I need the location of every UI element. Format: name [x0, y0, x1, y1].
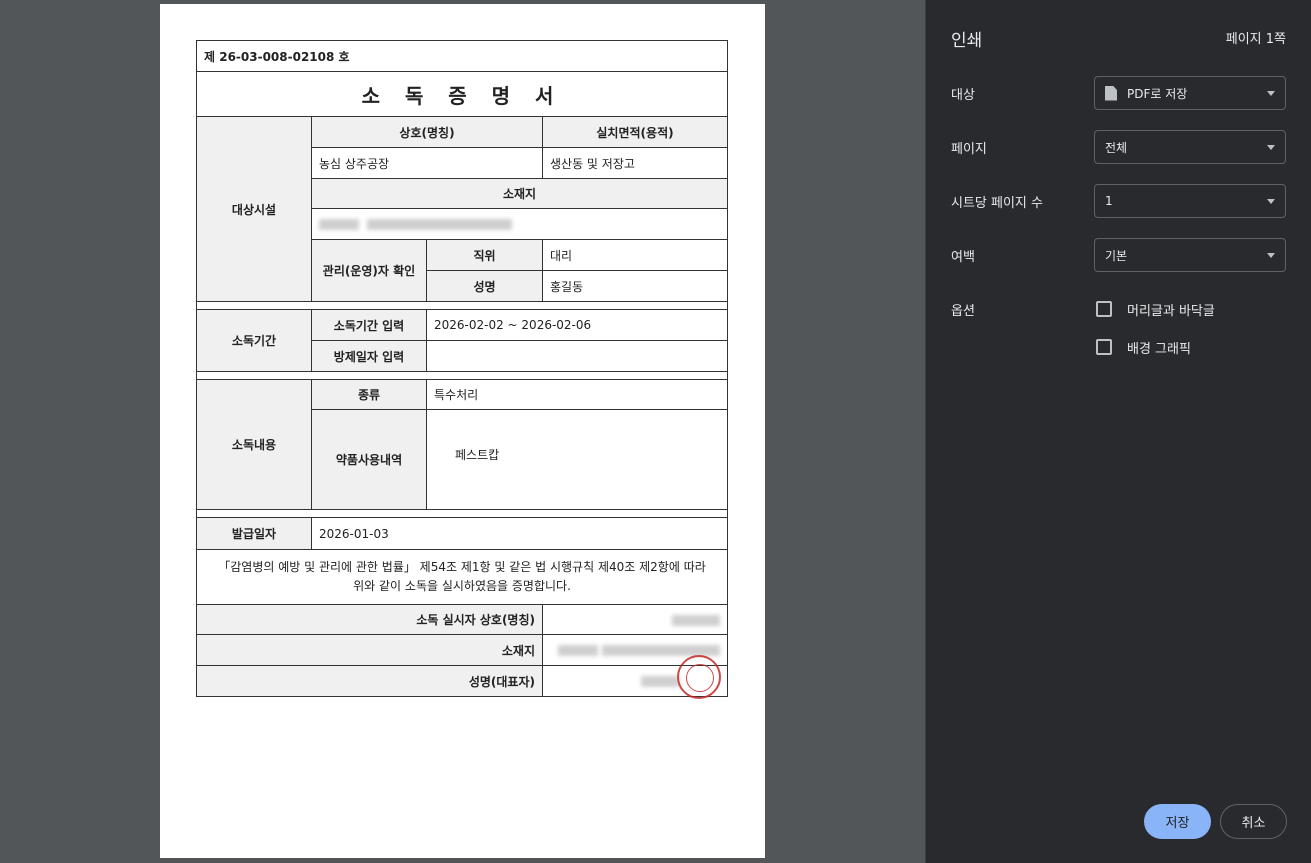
disinfector-address-label: 소재지 — [196, 634, 543, 666]
background-graphics-checkbox[interactable] — [1096, 339, 1112, 355]
print-settings-panel: 인쇄 페이지 1쪽 대상 PDF로 저장 페이지 전체 시트당 페이지 수 1 … — [925, 0, 1311, 863]
per-sheet-value: 1 — [1105, 194, 1113, 208]
pest-date-label: 방제일자 입력 — [311, 340, 427, 372]
chevron-down-icon — [1267, 253, 1275, 258]
period-value: 2026-02-02 ~ 2026-02-06 — [425, 309, 729, 341]
disinfector-name-redacted — [541, 604, 729, 635]
certificate-table: 제 26-03-008-02108 호 소 독 증 명 서 대상시설 상호(명칭… — [195, 40, 729, 697]
facility-area-value: 생산동 및 저장고 — [541, 147, 729, 179]
save-button[interactable]: 저장 — [1144, 804, 1211, 839]
per-sheet-select[interactable]: 1 — [1094, 184, 1286, 218]
file-icon — [1105, 85, 1117, 101]
chem-value: 페스트캅 — [425, 409, 729, 510]
content-label: 소독내용 — [196, 379, 312, 510]
headers-footers-label[interactable]: 머리글과 바닥글 — [1127, 300, 1215, 319]
position-value: 대리 — [541, 239, 729, 271]
margins-select[interactable]: 기본 — [1094, 238, 1286, 272]
position-label: 직위 — [426, 239, 543, 271]
options-label: 옵션 — [951, 304, 975, 319]
document-page: 제 26-03-008-02108 호 소 독 증 명 서 대상시설 상호(명칭… — [160, 4, 765, 858]
pages-value: 전체 — [1105, 140, 1128, 155]
period-label: 소독기간 — [196, 309, 312, 372]
chevron-down-icon — [1267, 145, 1275, 150]
disinfector-name-label: 소독 실시자 상호(명칭) — [196, 604, 543, 635]
destination-label: 대상 — [951, 88, 975, 103]
issue-value: 2026-01-03 — [310, 517, 729, 550]
statement-line-1: 「감염병의 예방 및 관리에 관한 법률」 제54조 제1항 및 같은 법 시행… — [218, 560, 706, 574]
facility-address-redacted — [310, 208, 729, 240]
spacer — [195, 371, 729, 380]
margins-label: 여백 — [951, 250, 975, 265]
certification-statement: 「감염병의 예방 및 관리에 관한 법률」 제54조 제1항 및 같은 법 시행… — [195, 549, 729, 605]
pages-label: 페이지 — [951, 142, 987, 157]
period-input-label: 소독기간 입력 — [311, 309, 427, 341]
chevron-down-icon — [1267, 91, 1275, 96]
destination-value: PDF로 저장 — [1127, 86, 1188, 101]
type-value: 특수처리 — [425, 379, 729, 410]
chem-label: 약품사용내역 — [311, 409, 427, 510]
spacer — [195, 301, 729, 310]
issue-label: 발급일자 — [196, 517, 312, 550]
address-header: 소재지 — [310, 178, 729, 209]
headers-footers-checkbox[interactable] — [1096, 301, 1112, 317]
panel-title: 인쇄 — [951, 31, 983, 51]
destination-select[interactable]: PDF로 저장 — [1094, 76, 1286, 110]
person-label: 성명 — [426, 270, 543, 302]
representative-label: 성명(대표자) — [196, 665, 543, 697]
page-count: 페이지 1쪽 — [1225, 32, 1286, 47]
document-number: 제 26-03-008-02108 호 — [195, 40, 729, 72]
chevron-down-icon — [1267, 199, 1275, 204]
margins-value: 기본 — [1105, 248, 1128, 263]
type-label: 종류 — [311, 379, 427, 410]
facility-label: 대상시설 — [196, 116, 312, 302]
person-value: 홍길동 — [541, 270, 729, 302]
print-preview-area: 제 26-03-008-02108 호 소 독 증 명 서 대상시설 상호(명칭… — [0, 0, 925, 863]
cancel-button[interactable]: 취소 — [1220, 804, 1287, 839]
per-sheet-label: 시트당 페이지 수 — [951, 196, 1043, 211]
pages-select[interactable]: 전체 — [1094, 130, 1286, 164]
pest-date-value — [425, 340, 729, 372]
statement-line-2: 위와 같이 소독을 실시하였음을 증명합니다. — [353, 579, 571, 593]
area-header: 실치면적(용적) — [541, 116, 729, 148]
official-seal-stamp — [677, 655, 721, 699]
manager-label: 관리(운영)자 확인 — [311, 239, 427, 302]
document-title: 소 독 증 명 서 — [195, 71, 729, 117]
name-header: 상호(명칭) — [311, 116, 543, 148]
background-graphics-label[interactable]: 배경 그래픽 — [1127, 338, 1191, 357]
spacer — [195, 509, 729, 518]
facility-name-value: 농심 상주공장 — [311, 147, 543, 179]
